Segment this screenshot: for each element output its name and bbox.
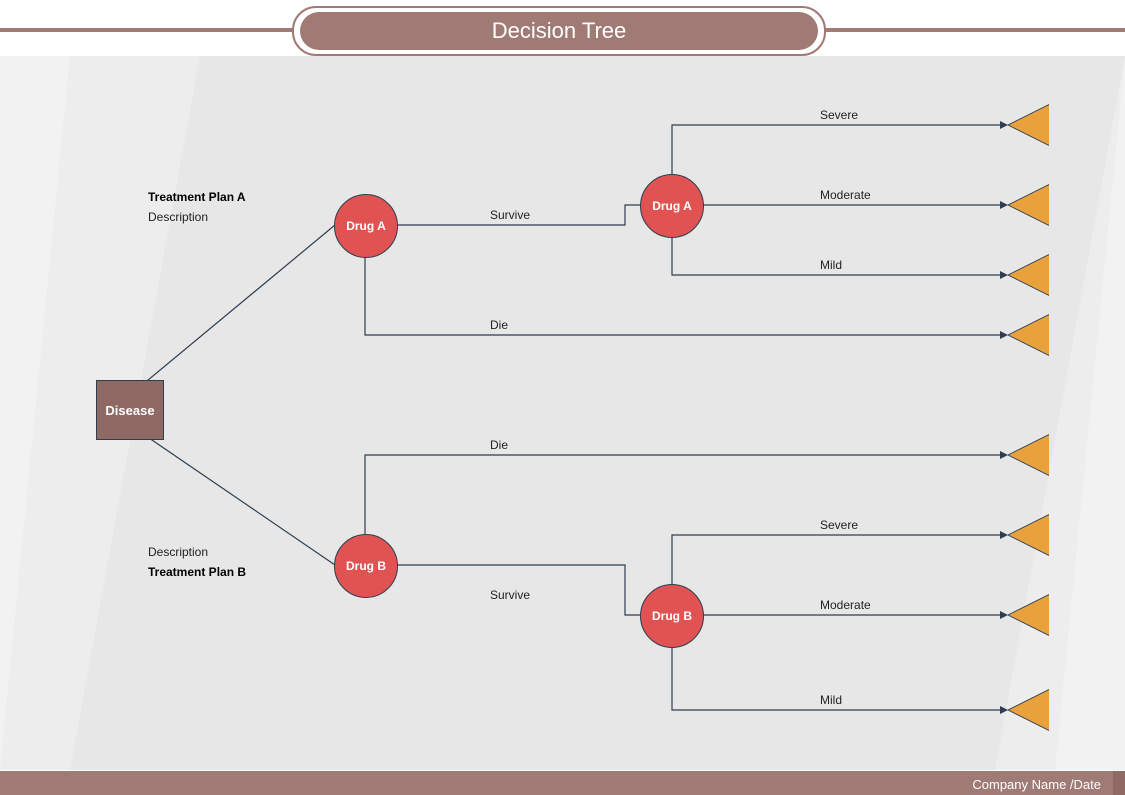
terminal-a-moderate [1009, 185, 1049, 225]
footer-cap [1113, 771, 1125, 795]
terminal-b-severe [1009, 515, 1049, 555]
label-survive-a: Survive [490, 208, 530, 222]
label-survive-b: Survive [490, 588, 530, 602]
chance-node-drug-b-1: Drug B [334, 534, 398, 598]
label-die-a: Die [490, 318, 508, 332]
label-mild-a: Mild [820, 258, 842, 272]
decision-node-disease: Disease [96, 380, 164, 440]
label-severe-b: Severe [820, 518, 858, 532]
terminal-b-mild [1009, 690, 1049, 730]
chance-node-drug-a-1: Drug A [334, 194, 398, 258]
terminal-b-die [1009, 435, 1049, 475]
label-moderate-a: Moderate [820, 188, 871, 202]
label-description-a: Description [148, 210, 208, 224]
terminal-a-severe [1009, 105, 1049, 145]
label-treatment-plan-b: Treatment Plan B [148, 565, 246, 579]
label-description-b: Description [148, 545, 208, 559]
footer-text: Company Name /Date [972, 777, 1101, 792]
label-die-b: Die [490, 438, 508, 452]
label-moderate-b: Moderate [820, 598, 871, 612]
label-treatment-plan-a: Treatment Plan A [148, 190, 246, 204]
connectors [0, 0, 1125, 795]
label-mild-b: Mild [820, 693, 842, 707]
footer-bar [0, 771, 1125, 795]
terminal-a-die [1009, 315, 1049, 355]
chance-node-drug-a-2: Drug A [640, 174, 704, 238]
terminal-a-mild [1009, 255, 1049, 295]
terminal-b-moderate [1009, 595, 1049, 635]
chance-node-drug-b-2: Drug B [640, 584, 704, 648]
label-severe-a: Severe [820, 108, 858, 122]
